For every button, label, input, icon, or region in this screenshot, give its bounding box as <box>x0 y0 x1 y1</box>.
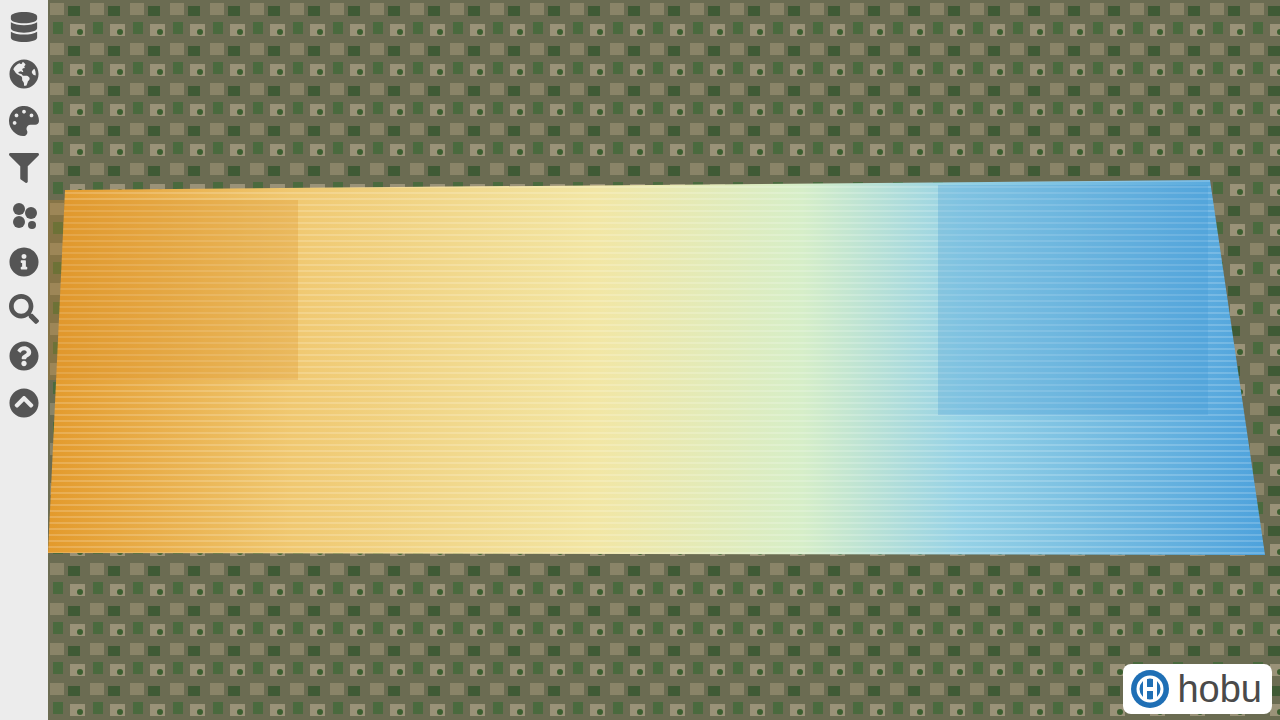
hobu-mark-icon <box>1129 668 1171 710</box>
globe-icon[interactable] <box>9 59 39 89</box>
map-canvas[interactable] <box>48 0 1280 720</box>
toolbar <box>0 0 48 720</box>
help-icon[interactable] <box>9 341 39 371</box>
info-icon[interactable] <box>9 247 39 277</box>
filter-icon[interactable] <box>9 153 39 183</box>
collapse-icon[interactable] <box>9 388 39 418</box>
palette-icon[interactable] <box>9 106 39 136</box>
search-icon[interactable] <box>9 294 39 324</box>
points-icon[interactable] <box>9 200 39 230</box>
hobu-logo: hobu <box>1123 664 1272 714</box>
point-cloud <box>48 180 1265 555</box>
logo-text: hobu <box>1177 667 1266 711</box>
map-view: hobu <box>48 0 1280 720</box>
app: hobu <box>0 0 1280 720</box>
database-icon[interactable] <box>9 12 39 42</box>
